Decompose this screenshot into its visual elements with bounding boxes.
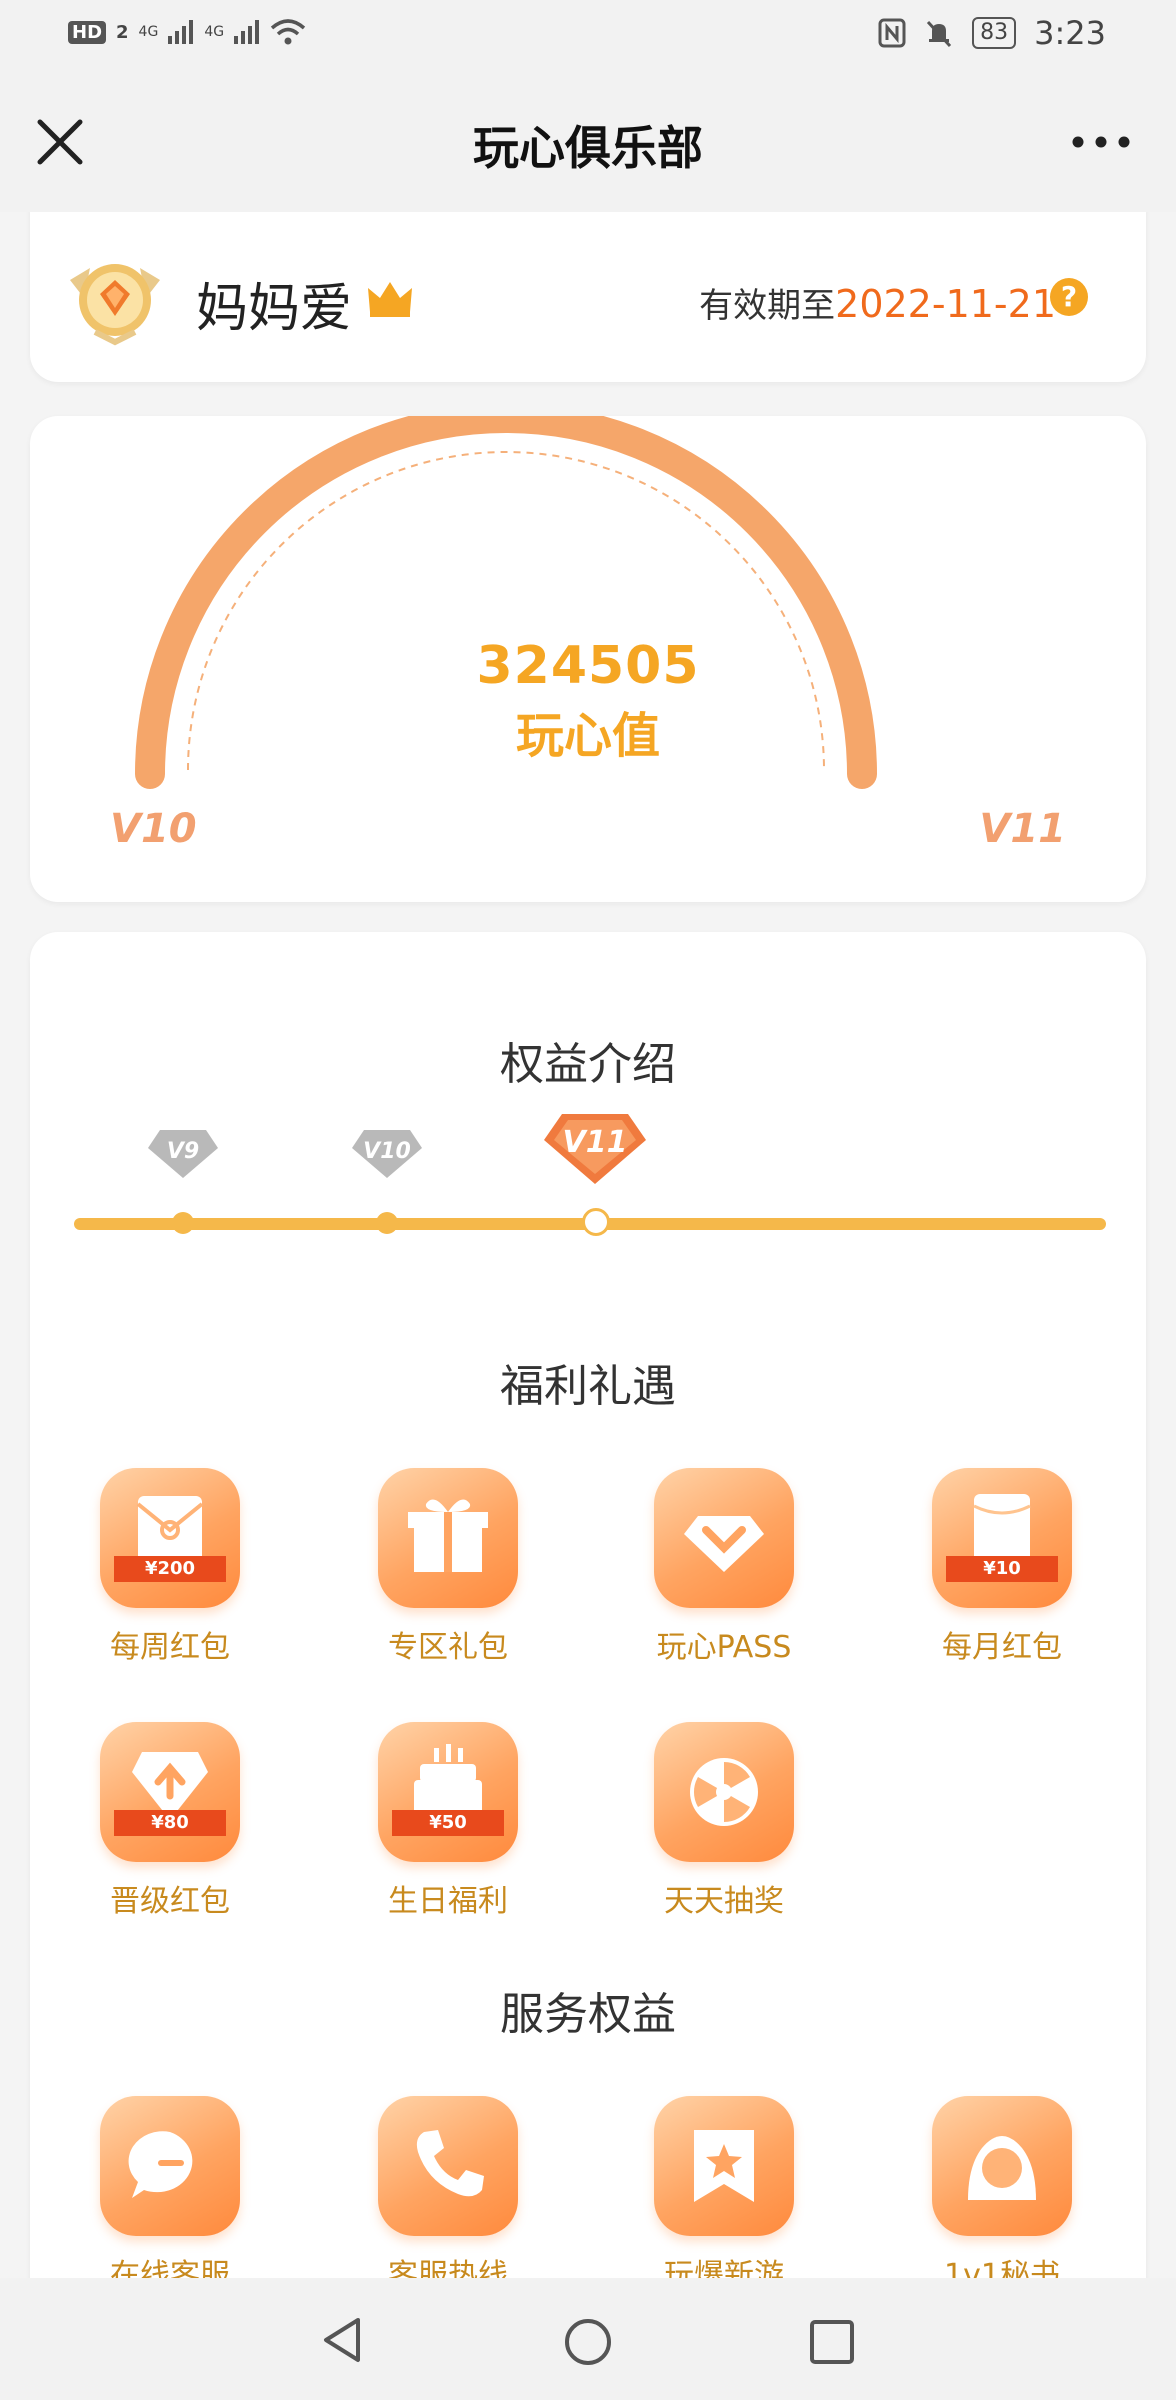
red-envelope-icon: ¥200: [100, 1468, 240, 1608]
content-area[interactable]: 妈妈爱 有效期至2022-11-21 ? 324505 玩心值 V10 V11 …: [0, 212, 1176, 2278]
sim-badge: 2: [116, 21, 129, 43]
page-title: 玩心俱乐部: [473, 121, 703, 175]
zone-gift-pack-label: 专区礼包: [388, 1630, 508, 1665]
fun-pass[interactable]: 玩心PASS: [624, 1468, 824, 1666]
fun-pass-label: 玩心PASS: [656, 1630, 792, 1665]
new-games[interactable]: 玩爆新游: [624, 2096, 824, 2278]
red-envelope-icon: ¥10: [932, 1468, 1072, 1608]
wifi-icon: [270, 19, 306, 45]
gift-icon: [378, 1468, 518, 1608]
signal-icon-2: [234, 20, 260, 44]
status-right: 83 3:23: [878, 14, 1106, 52]
lottery-wheel-icon: [654, 1722, 794, 1862]
signal-label-1: 4G: [138, 24, 159, 40]
secretary-icon: [932, 2096, 1072, 2236]
diamond-icon: [654, 1468, 794, 1608]
level-badge-v11[interactable]: V11: [542, 1108, 648, 1188]
score-label: 玩心值: [515, 708, 660, 764]
level-dot-v9[interactable]: [172, 1212, 194, 1234]
help-icon[interactable]: ?: [1050, 278, 1088, 316]
home-icon[interactable]: [562, 2316, 614, 2368]
validity-prefix: 有效期至: [699, 286, 836, 326]
nfc-icon: [878, 18, 906, 48]
new-games-label: 玩爆新游: [664, 2258, 784, 2278]
support-hotline[interactable]: 客服热线: [348, 2096, 548, 2278]
online-support[interactable]: 在线客服: [70, 2096, 270, 2278]
birthday-benefit[interactable]: ¥50 生日福利: [348, 1722, 548, 1920]
level-badge-v11-text: V11: [563, 1125, 628, 1160]
weekly-red-envelope[interactable]: ¥200 每周红包: [70, 1468, 270, 1666]
personal-secretary-label: 1v1秘书: [944, 2258, 1060, 2278]
back-icon[interactable]: [318, 2314, 366, 2366]
daily-lottery-label: 天天抽奖: [664, 1884, 784, 1919]
hd-badge: HD: [68, 20, 107, 44]
recents-icon[interactable]: [808, 2318, 856, 2366]
personal-secretary[interactable]: 1v1秘书: [902, 2096, 1102, 2278]
online-support-label: 在线客服: [110, 2258, 230, 2278]
current-level-label: V10: [110, 806, 197, 852]
upgrade-red-envelope-tag: ¥80: [114, 1810, 226, 1836]
more-icon[interactable]: [1066, 112, 1136, 172]
upgrade-envelope-icon: ¥80: [100, 1722, 240, 1862]
birthday-benefit-tag: ¥50: [392, 1810, 504, 1836]
support-hotline-label: 客服热线: [388, 2258, 508, 2278]
score-value: 324505: [476, 636, 700, 696]
chat-bubble-icon: [100, 2096, 240, 2236]
user-info-card: 妈妈爱 有效期至2022-11-21 ?: [30, 212, 1146, 382]
monthly-red-envelope-tag: ¥10: [946, 1556, 1058, 1582]
weekly-red-envelope-tag: ¥200: [114, 1556, 226, 1582]
service-title: 服务权益: [500, 1989, 676, 2040]
status-left: HD 2 4G 4G: [68, 18, 306, 46]
daily-lottery[interactable]: 天天抽奖: [624, 1722, 824, 1920]
birthday-benefit-label: 生日福利: [388, 1884, 508, 1919]
validity-date: 2022-11-21: [835, 282, 1056, 326]
phone-icon: [378, 2096, 518, 2236]
crown-icon: [368, 282, 412, 317]
benefits-title: 权益介绍: [500, 1039, 676, 1090]
system-nav-bar: [0, 2278, 1176, 2400]
signal-label-2: 4G: [204, 24, 225, 40]
title-bar: 玩心俱乐部: [0, 72, 1176, 212]
status-bar: HD 2 4G 4G 83 3:23: [0, 0, 1176, 72]
upgrade-red-envelope[interactable]: ¥80 晋级红包: [70, 1722, 270, 1920]
level-badge-v9[interactable]: V9: [146, 1124, 220, 1182]
birthday-cake-icon: ¥50: [378, 1722, 518, 1862]
next-level-label: V11: [979, 806, 1066, 852]
user-name: 妈妈爱: [196, 279, 353, 339]
score-gauge-card: 324505 玩心值 V10 V11: [30, 416, 1146, 902]
welfare-title: 福利礼遇: [500, 1361, 676, 1412]
battery-indicator: 83: [972, 17, 1017, 49]
level-badge-v9-text: V9: [167, 1139, 199, 1164]
clock: 3:23: [1034, 14, 1106, 52]
star-bookmark-icon: [654, 2096, 794, 2236]
validity-text: 有效期至2022-11-21: [699, 278, 1056, 327]
level-badge-v10-text: V10: [363, 1139, 411, 1164]
zone-gift-pack[interactable]: 专区礼包: [348, 1468, 548, 1666]
level-dot-v10[interactable]: [376, 1212, 398, 1234]
level-medal-icon: [70, 264, 160, 346]
level-dot-v11-current[interactable]: [582, 1208, 610, 1236]
mute-bell-icon: [927, 20, 952, 48]
signal-icon: [168, 20, 194, 44]
upgrade-red-envelope-label: 晋级红包: [110, 1884, 230, 1919]
monthly-red-envelope-label: 每月红包: [942, 1630, 1062, 1665]
weekly-red-envelope-label: 每周红包: [110, 1630, 230, 1665]
benefits-card: 权益介绍 V9 V10 V11 福利礼遇 ¥200 每周红包 专区礼包 玩心PA…: [30, 932, 1146, 2278]
monthly-red-envelope[interactable]: ¥10 每月红包: [902, 1468, 1102, 1666]
level-badge-v10[interactable]: V10: [350, 1124, 424, 1182]
